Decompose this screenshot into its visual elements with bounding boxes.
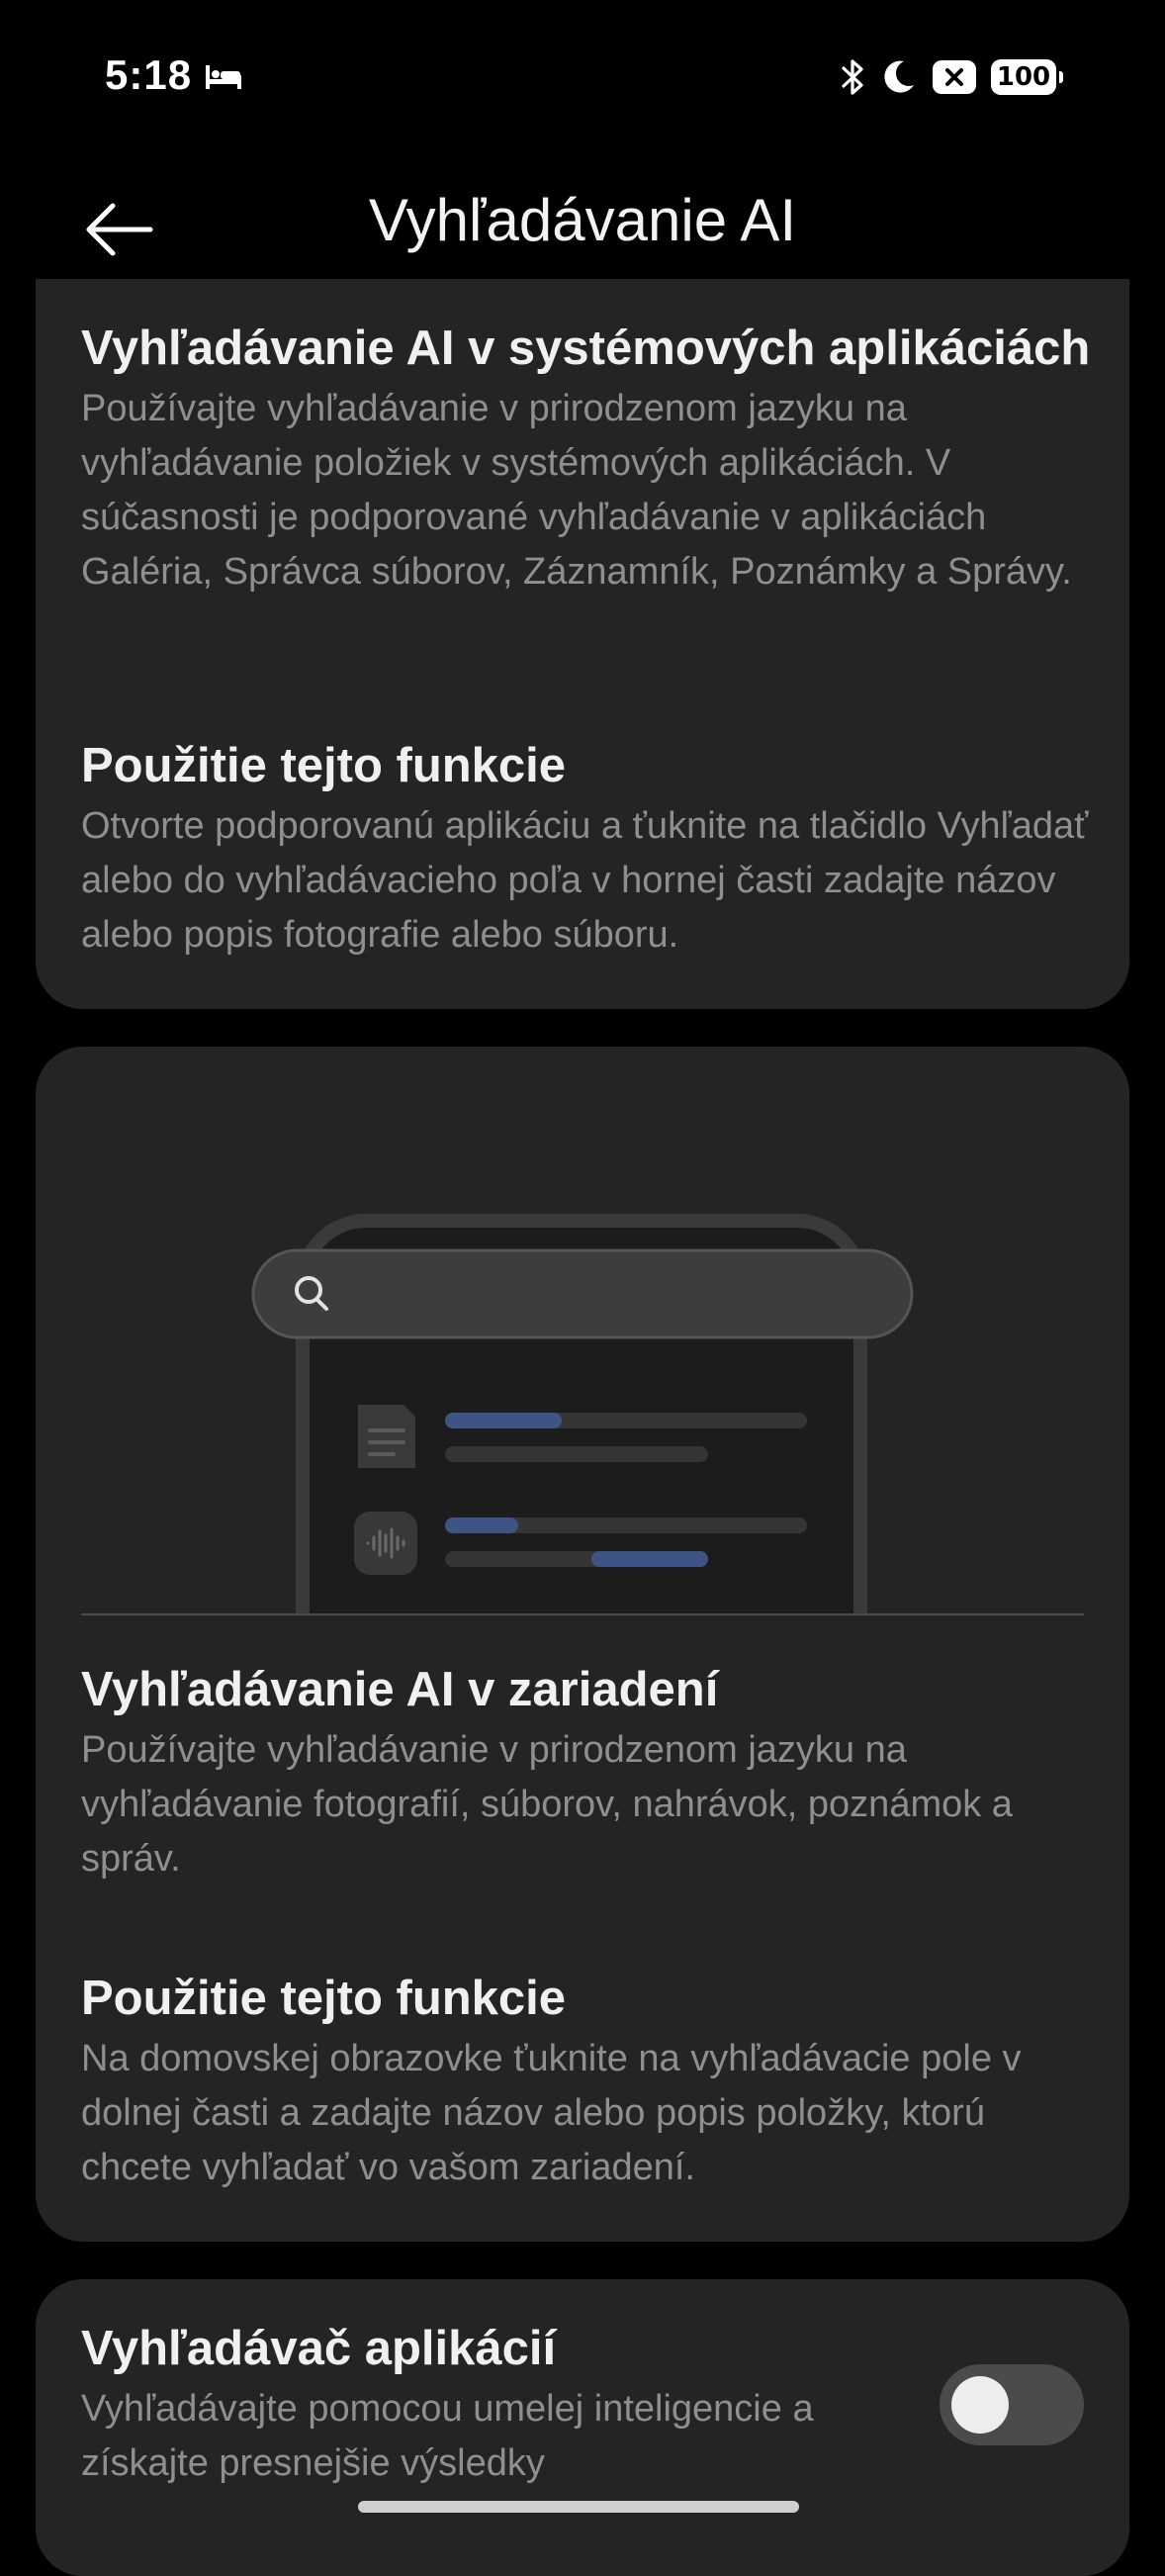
audio-waveform-icon — [354, 1512, 417, 1575]
status-bar: 5:18 100 — [0, 0, 1165, 158]
section-title: Použitie tejto funkcie — [81, 1972, 567, 2025]
app-search-card[interactable]: Vyhľadávač aplikácií Vyhľadávajte pomoco… — [36, 2279, 1129, 2576]
home-indicator — [358, 2501, 799, 2513]
phone-illustration — [251, 1214, 914, 1615]
sleep-icon — [206, 65, 241, 89]
status-time: 5:18 — [105, 51, 193, 98]
notification-x-icon — [933, 60, 976, 94]
section-description: Vyhľadávajte pomocou umelej inteligencie… — [81, 2388, 814, 2484]
section-app-search: Vyhľadávač aplikácií Vyhľadávajte pomoco… — [81, 2319, 892, 2491]
section-title: Použitie tejto funkcie — [81, 739, 567, 792]
system-apps-card: Vyhľadávanie AI v systémových aplikáciác… — [36, 279, 1129, 1009]
section-description: Používajte vyhľadávanie v prirodzenom ja… — [81, 1729, 1013, 1880]
section-description: Na domovskej obrazovke ťuknite na vyhľad… — [81, 2038, 1022, 2188]
section-system-apps: Vyhľadávanie AI v systémových aplikáciác… — [81, 319, 1090, 599]
battery-icon: 100 — [991, 59, 1063, 95]
divider — [81, 1613, 1084, 1615]
section-how-to-use: Použitie tejto funkcie Otvorte podporova… — [81, 736, 1090, 963]
moon-icon — [884, 60, 914, 93]
toggle-knob — [951, 2376, 1009, 2434]
section-device-search: Vyhľadávanie AI v zariadení Používajte v… — [81, 1660, 1090, 1886]
section-how-to-use: Použitie tejto funkcie Na domovskej obra… — [81, 1969, 1090, 2195]
document-icon — [358, 1405, 415, 1468]
page-title: Vyhľadávanie AI — [368, 187, 797, 253]
section-description: Používajte vyhľadávanie v prirodzenom ja… — [81, 388, 1072, 593]
section-title: Vyhľadávanie AI v systémových aplikáciác… — [81, 322, 1091, 375]
bluetooth-icon — [842, 59, 863, 95]
app-search-toggle[interactable] — [940, 2364, 1084, 2445]
app-header: Vyhľadávanie AI — [0, 158, 1165, 297]
status-icons: 100 — [841, 55, 1063, 99]
section-title: Vyhľadávač aplikácií — [81, 2322, 557, 2375]
section-description: Otvorte podporovanú aplikáciu a ťuknite … — [81, 805, 1089, 956]
device-search-card: Vyhľadávanie AI v zariadení Používajte v… — [36, 1047, 1129, 2242]
section-title: Vyhľadávanie AI v zariadení — [81, 1663, 719, 1716]
search-illustration — [36, 1047, 1129, 1615]
